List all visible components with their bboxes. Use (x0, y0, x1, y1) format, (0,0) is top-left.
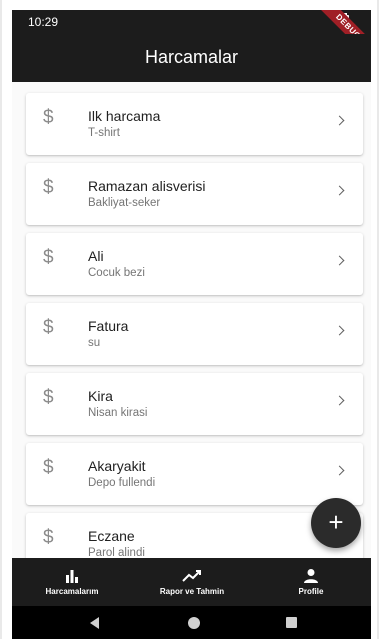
chevron-right-icon (334, 255, 345, 266)
dollar-icon: $ (43, 317, 54, 338)
plus-icon: + (328, 507, 344, 537)
chevron-right-icon (334, 115, 345, 126)
expense-subtitle: Cocuk bezi (88, 267, 145, 279)
expense-title: Ramazan alisverisi (88, 178, 206, 194)
nav-label: Harcamalarım (45, 587, 99, 596)
expense-card[interactable]: $ Ilk harcama T-shirt (26, 93, 363, 155)
app-screen: 10:29 DEBUG Harcamalar $ Ilk harcama T-s… (12, 10, 371, 639)
bottom-navigation: Harcamalarım Rapor ve Tahmin Profile (12, 558, 371, 606)
chevron-right-icon (334, 465, 345, 476)
expense-card[interactable]: $ Ramazan alisverisi Bakliyat-seker (26, 163, 363, 225)
add-expense-button[interactable]: + (311, 498, 361, 548)
dollar-icon: $ (43, 457, 54, 478)
expense-card[interactable]: $ Kira Nisan kirasi (26, 373, 363, 435)
status-bar: 10:29 DEBUG (12, 10, 371, 64)
expense-title: Ali (88, 248, 104, 264)
home-icon[interactable] (188, 617, 200, 629)
chevron-right-icon (334, 325, 345, 336)
recents-icon[interactable] (286, 617, 297, 628)
back-icon[interactable] (90, 617, 99, 629)
expense-card[interactable]: $ Ali Cocuk bezi (26, 233, 363, 295)
expense-title: Akaryakit (88, 458, 146, 474)
app-bar: Harcamalar (12, 34, 371, 82)
trending-up-icon (182, 570, 201, 582)
expense-card[interactable]: $ Akaryakit Depo fullendi (26, 443, 363, 505)
nav-label: Rapor ve Tahmin (159, 587, 225, 596)
device-frame: 10:29 DEBUG Harcamalar $ Ilk harcama T-s… (0, 0, 379, 639)
expense-subtitle: su (88, 337, 101, 349)
nav-item-rapor[interactable]: Rapor ve Tahmin (132, 558, 252, 606)
expense-title: Ilk harcama (88, 108, 161, 124)
chevron-right-icon (334, 185, 345, 196)
expense-subtitle: T-shirt (88, 127, 120, 139)
expense-title: Kira (88, 388, 113, 404)
dollar-icon: $ (43, 387, 54, 408)
dollar-icon: $ (43, 527, 54, 548)
dollar-icon: $ (43, 177, 54, 198)
chevron-right-icon (334, 395, 345, 406)
system-navigation-bar (12, 606, 371, 639)
bar-chart-icon (66, 570, 78, 583)
nav-item-harcamalarim[interactable]: Harcamalarım (12, 558, 132, 606)
expense-subtitle: Nisan kirasi (88, 407, 148, 419)
expense-list[interactable]: $ Ilk harcama T-shirt $ Ramazan alisveri… (26, 93, 363, 583)
expense-title: Eczane (88, 528, 135, 544)
person-icon (304, 569, 318, 583)
nav-item-profile[interactable]: Profile (251, 558, 371, 606)
expense-subtitle: Depo fullendi (88, 477, 156, 489)
expense-card[interactable]: $ Fatura su (26, 303, 363, 365)
nav-label: Profile (298, 587, 324, 596)
dollar-icon: $ (43, 107, 54, 128)
page-title: Harcamalar (144, 47, 239, 67)
expense-subtitle: Bakliyat-seker (88, 197, 161, 209)
expense-title: Fatura (88, 318, 129, 334)
status-time: 10:29 (28, 15, 59, 29)
dollar-icon: $ (43, 247, 54, 268)
